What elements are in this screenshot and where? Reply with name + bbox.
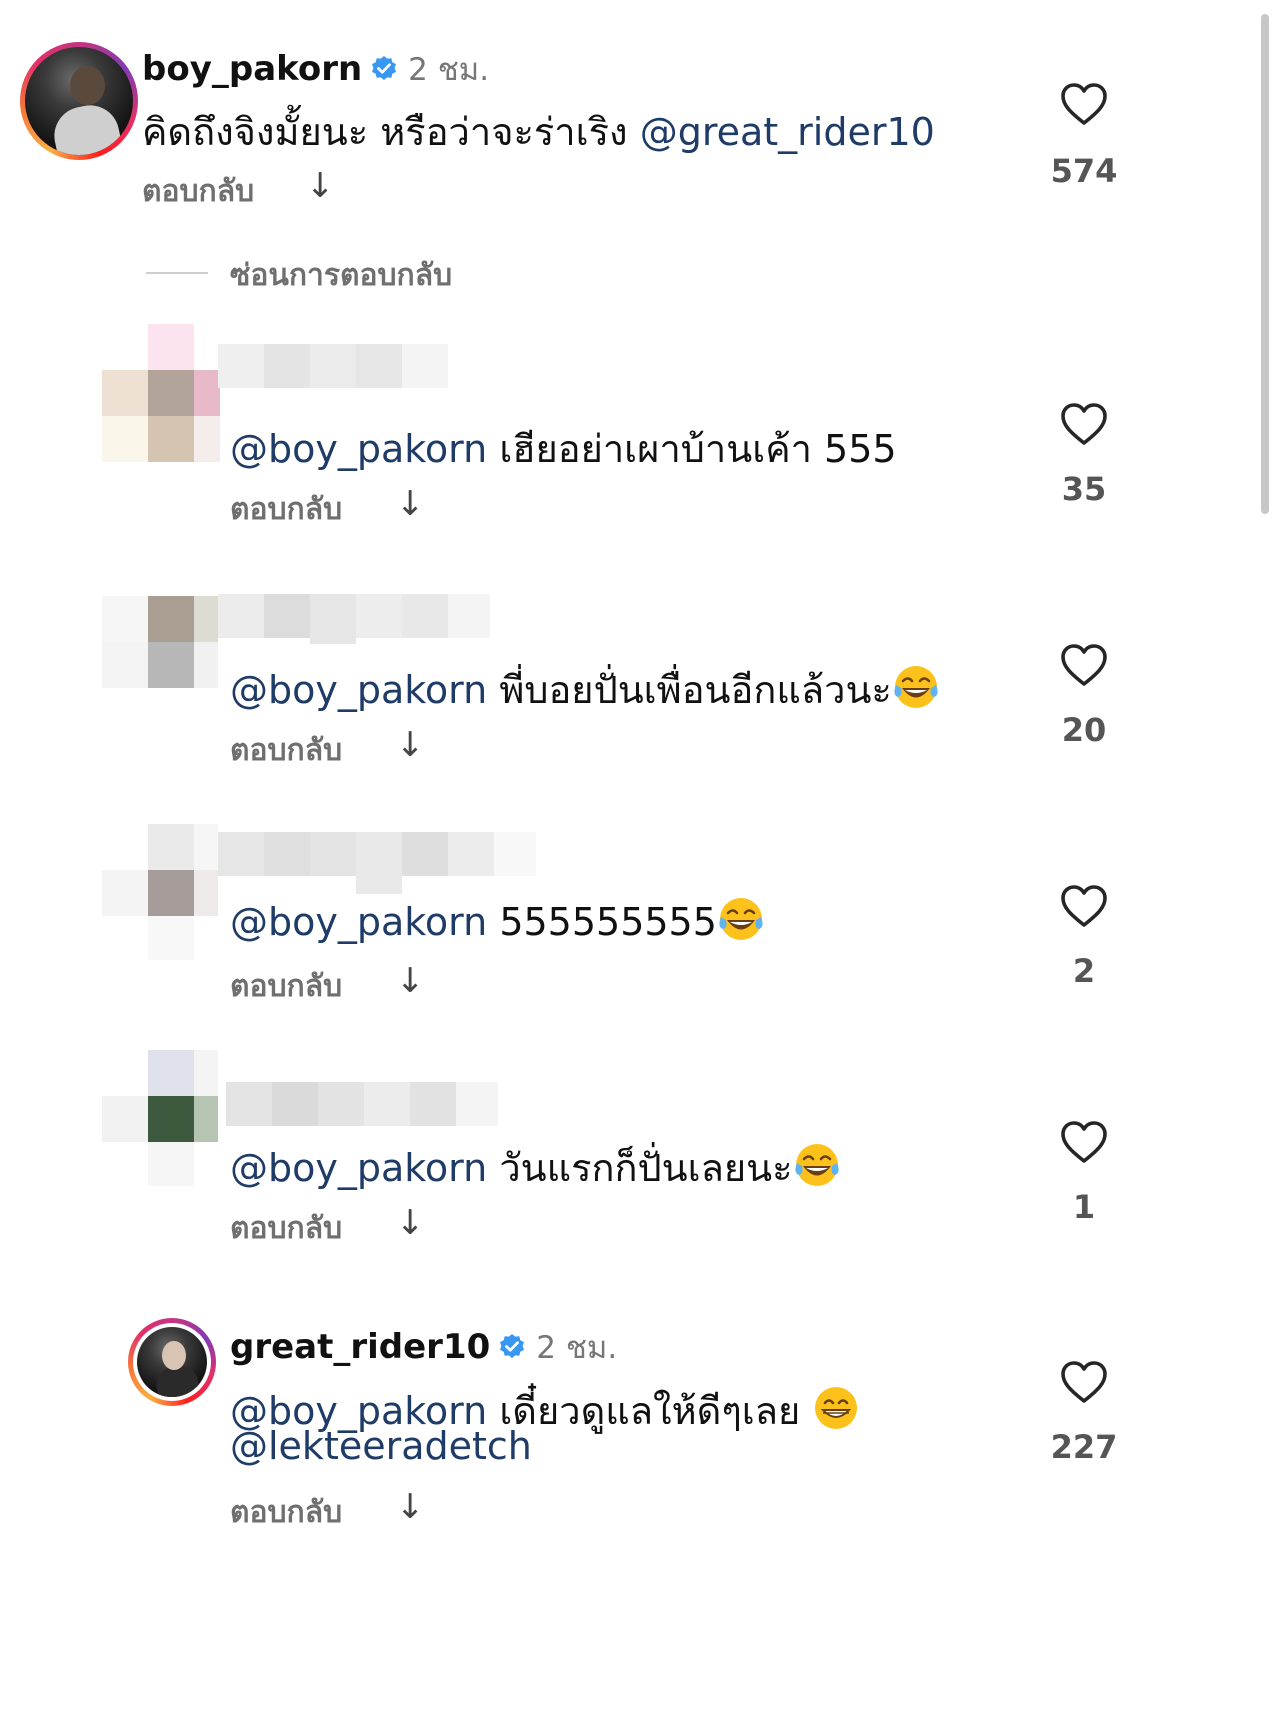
mention-link[interactable]: @boy_pakorn [230, 668, 487, 712]
mention-link[interactable]: @lekteeradetch [230, 1424, 532, 1468]
avatar[interactable] [128, 1318, 216, 1406]
reply-button[interactable]: ตอบกลับ [230, 486, 342, 533]
hide-replies-line [146, 272, 208, 274]
comment-body: เดี๋ยวดูแลให้ดีๆเลย [499, 1389, 801, 1433]
comment-header: boy_pakorn 2 ชม. [142, 44, 489, 94]
mention-link[interactable]: @boy_pakorn [230, 427, 487, 471]
face-with-tears-of-joy [717, 895, 765, 943]
grinning-face [812, 1384, 860, 1432]
arrow-down-icon[interactable]: ↓ [396, 1203, 425, 1243]
arrow-down-icon[interactable]: ↓ [396, 961, 425, 1001]
heart-icon[interactable] [1060, 1360, 1108, 1404]
arrow-down-icon[interactable]: ↓ [306, 166, 335, 206]
comment-text-line2: @lekteeradetch [230, 1424, 532, 1468]
comment-body: เฮียอย่าเผาบ้านเค้า 555 [499, 427, 897, 471]
like-count: 574 [1050, 152, 1118, 190]
arrow-down-icon[interactable]: ↓ [396, 484, 425, 524]
comment-body: 555555555 [499, 900, 717, 944]
reply-button[interactable]: ตอบกลับ [142, 168, 254, 215]
heart-icon[interactable] [1060, 884, 1108, 928]
heart-icon[interactable] [1060, 82, 1108, 126]
arrow-down-icon[interactable]: ↓ [396, 725, 425, 765]
mention-link[interactable]: @great_rider10 [640, 110, 935, 154]
heart-icon[interactable] [1060, 643, 1108, 687]
timestamp: 2 ชม. [536, 1330, 618, 1366]
face-with-tears-of-joy [892, 663, 940, 711]
like-count: 2 [1072, 952, 1096, 990]
reply-button[interactable]: ตอบกลับ [230, 963, 342, 1010]
comment-text: คิดถึงจิงมั้ยนะ หรือว่าจะร่าเริง @great_… [142, 101, 935, 162]
like-count: 227 [1050, 1428, 1118, 1466]
avatar[interactable] [20, 42, 138, 160]
heart-icon[interactable] [1060, 1120, 1108, 1164]
timestamp: 2 ชม. [408, 52, 490, 88]
username[interactable]: boy_pakorn [142, 49, 362, 89]
comment-body: วันแรกก็ปั่นเลยนะ [499, 1146, 793, 1190]
comment-body: พี่บอยปั่นเพื่อนอีกแล้วนะ [499, 668, 892, 712]
comment-text: @boy_pakorn 555555555 [230, 895, 765, 944]
hide-replies-button[interactable]: ซ่อนการตอบกลับ [230, 252, 452, 299]
comment-text: @boy_pakorn เฮียอย่าเผาบ้านเค้า 555 [230, 418, 897, 479]
reply-button[interactable]: ตอบกลับ [230, 1205, 342, 1252]
scrollbar[interactable] [1261, 14, 1269, 514]
verified-badge-icon [498, 1333, 526, 1361]
arrow-down-icon[interactable]: ↓ [396, 1487, 425, 1527]
like-count: 20 [1061, 711, 1107, 749]
mention-link[interactable]: @boy_pakorn [230, 1146, 487, 1190]
mention-link[interactable]: @boy_pakorn [230, 900, 487, 944]
comment-text: @boy_pakorn วันแรกก็ปั่นเลยนะ [230, 1137, 841, 1198]
like-count: 1 [1072, 1188, 1096, 1226]
comment-body: คิดถึงจิงมั้ยนะ หรือว่าจะร่าเริง [142, 110, 628, 154]
heart-icon[interactable] [1060, 402, 1108, 446]
face-with-tears-of-joy [793, 1141, 841, 1189]
verified-badge-icon [370, 55, 398, 83]
reply-button[interactable]: ตอบกลับ [230, 1489, 342, 1536]
comment-header: great_rider10 2 ชม. [230, 1322, 617, 1372]
like-count: 35 [1061, 470, 1107, 508]
username[interactable]: great_rider10 [230, 1327, 490, 1367]
comment-text: @boy_pakorn พี่บอยปั่นเพื่อนอีกแล้วนะ [230, 659, 940, 720]
reply-button[interactable]: ตอบกลับ [230, 727, 342, 774]
